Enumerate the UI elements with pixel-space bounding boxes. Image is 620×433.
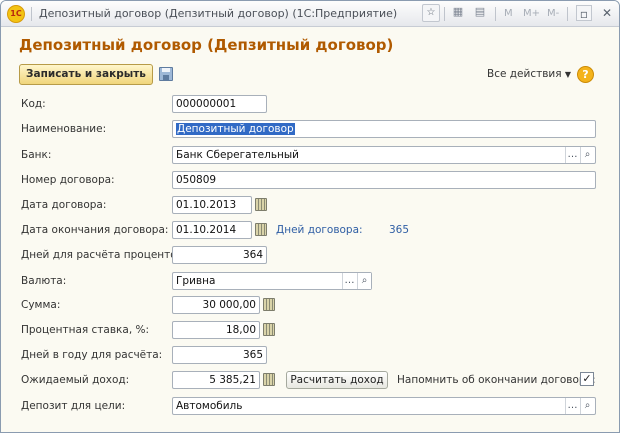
separator [567, 7, 568, 21]
calculator-icon[interactable] [263, 323, 275, 336]
bank-value: Банк Сберегательный [176, 149, 299, 161]
currency-label: Валюта: [21, 275, 67, 287]
purpose-label: Депозит для цели: [21, 400, 126, 412]
help-icon[interactable]: ? [577, 66, 594, 83]
grid-icon[interactable]: ▦ [452, 6, 464, 18]
interest-days-label: Дней для расчёта процентов: [21, 249, 187, 261]
contract-days-label: Дней договора: [276, 224, 363, 236]
name-field[interactable]: Депозитный договор [172, 120, 596, 138]
name-label: Наименование: [21, 123, 107, 135]
purpose-field[interactable]: Автомобиль [172, 397, 596, 415]
days-per-year-field[interactable]: 365 [172, 346, 267, 364]
restore-icon[interactable]: ▫ [576, 5, 592, 21]
app-logo-icon[interactable]: 1С [7, 5, 25, 23]
purpose-value: Автомобиль [176, 400, 243, 412]
bank-field[interactable]: Банк Сберегательный [172, 146, 596, 164]
separator [444, 7, 445, 21]
close-icon[interactable]: ✕ [599, 5, 615, 21]
all-actions-label: Все действия [487, 68, 562, 80]
contract-number-field[interactable]: 050809 [172, 171, 596, 189]
amount-field[interactable]: 30 000,00 [172, 296, 260, 314]
bank-label: Банк: [21, 149, 52, 161]
save-and-close-button[interactable]: Записать и закрыть [19, 64, 153, 85]
memory-minus-button[interactable]: M- [547, 8, 559, 19]
code-field[interactable]: 000000001 [172, 95, 267, 113]
title-bar: 1С Депозитный договор (Депзитный договор… [1, 1, 619, 27]
currency-search-icon[interactable]: ⌕ [357, 273, 371, 289]
chevron-down-icon: ▼ [564, 70, 572, 79]
purpose-search-icon[interactable]: ⌕ [580, 398, 594, 414]
expected-income-field[interactable]: 5 385,21 [172, 371, 260, 389]
contract-date-label: Дата договора: [21, 199, 107, 211]
document-window: 1С Депозитный договор (Депзитный договор… [0, 0, 620, 433]
expected-income-label: Ожидаемый доход: [21, 374, 130, 386]
page-title: Депозитный договор (Депзитный договор) [19, 36, 394, 54]
rate-field[interactable]: 18,00 [172, 321, 260, 339]
save-disk-icon[interactable] [159, 67, 173, 81]
all-actions-menu[interactable]: Все действия ▼ [487, 68, 571, 80]
days-per-year-label: Дней в году для расчёта: [21, 349, 163, 361]
purpose-select-button[interactable]: … [565, 398, 579, 414]
contract-date-field[interactable]: 01.10.2013 [172, 196, 252, 214]
calculator-icon[interactable] [263, 298, 275, 311]
memory-plus-button[interactable]: M+ [523, 8, 540, 19]
code-label: Код: [21, 98, 46, 110]
end-date-label: Дата окончания договора: [21, 224, 169, 236]
contract-days-value: 365 [388, 224, 409, 236]
name-value: Депозитный договор [176, 123, 295, 135]
bank-search-icon[interactable]: ⌕ [580, 147, 594, 163]
currency-select-button[interactable]: … [342, 273, 356, 289]
calendar-icon[interactable]: ▤ [474, 6, 486, 18]
calculate-income-button[interactable]: Расчитать доход [286, 371, 388, 389]
memory-m-button[interactable]: M [504, 8, 513, 19]
amount-label: Сумма: [21, 299, 61, 311]
end-date-field[interactable]: 01.10.2014 [172, 221, 252, 239]
contract-number-label: Номер договора: [21, 174, 115, 186]
interest-days-field[interactable]: 364 [172, 246, 267, 264]
currency-value: Гривна [176, 275, 216, 287]
bank-select-button[interactable]: … [565, 147, 579, 163]
remind-checkbox[interactable]: ✓ [580, 372, 594, 386]
calculator-icon[interactable] [263, 373, 275, 386]
calendar-icon[interactable] [255, 223, 267, 236]
separator [31, 7, 32, 21]
star-icon[interactable]: ☆ [422, 4, 440, 22]
window-title: Депозитный договор (Депзитный договор) (… [39, 7, 398, 20]
separator [495, 7, 496, 21]
calendar-icon[interactable] [255, 198, 267, 211]
rate-label: Процентная ставка, %: [21, 324, 150, 336]
remind-label: Напомнить об окончании договора: [397, 374, 596, 386]
